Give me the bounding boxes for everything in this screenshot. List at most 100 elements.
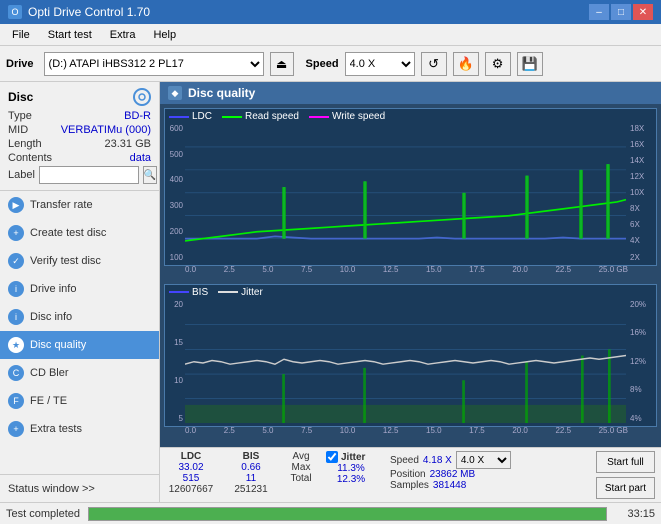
top-y-labels-right: 18X 16X 14X 12X 10X 8X 6X 4X 2X [628, 124, 656, 262]
bis-header: BIS [226, 451, 276, 462]
total-row-label: Total [286, 473, 316, 484]
create-test-label: Create test disc [30, 227, 106, 239]
bis-avg-val: 0.66 [226, 462, 276, 473]
titlebar-controls: – □ ✕ [589, 4, 653, 20]
status-text: Test completed [6, 508, 80, 520]
length-label: Length [8, 138, 42, 150]
contents-value: data [130, 152, 151, 164]
write-speed-color [309, 116, 329, 118]
jitter-checkbox-row: Jitter [326, 451, 376, 463]
maximize-button[interactable]: □ [611, 4, 631, 20]
eject-button[interactable]: ⏏ [270, 52, 294, 76]
sidebar-item-transfer-rate[interactable]: ▶ Transfer rate [0, 191, 159, 219]
sidebar-item-create-test-disc[interactable]: + Create test disc [0, 219, 159, 247]
samples-val: 381448 [433, 480, 466, 491]
content-area: ◆ Disc quality LDC Read speed [160, 82, 661, 502]
bottom-chart-body: 20 15 10 5 20% 16% 12% 8% 4% [165, 300, 656, 423]
sidebar-item-disc-info[interactable]: i Disc info [0, 303, 159, 331]
label-input[interactable] [39, 166, 139, 184]
disc-mid-row: MID VERBATIMu (000) [8, 124, 151, 136]
label-button[interactable]: 🔍 [143, 166, 157, 184]
app-icon: O [8, 5, 22, 19]
contents-label: Contents [8, 152, 52, 164]
jitter-color [218, 291, 238, 293]
menubar: File Start test Extra Help [0, 24, 661, 46]
menu-start-test[interactable]: Start test [40, 27, 100, 43]
sidebar-item-drive-info[interactable]: i Drive info [0, 275, 159, 303]
fe-te-icon: F [8, 393, 24, 409]
ldc-total-val: 12607667 [166, 484, 216, 495]
length-value: 23.31 GB [105, 138, 151, 150]
statusbar: Test completed 33:15 [0, 502, 661, 524]
minimize-button[interactable]: – [589, 4, 609, 20]
speed-select[interactable]: 4.0 X [345, 52, 415, 76]
top-chart-svg [185, 124, 626, 262]
bottom-y-labels-left: 20 15 10 5 [165, 300, 185, 423]
create-test-icon: + [8, 225, 24, 241]
stats-bar: LDC 33.02 515 12607667 BIS 0.66 11 25123… [160, 447, 661, 502]
speed-row: Speed 4.18 X 4.0 X [390, 451, 511, 469]
status-window-item[interactable]: Status window >> [0, 474, 159, 502]
drive-label: Drive [6, 58, 34, 70]
burn-button[interactable]: 🔥 [453, 52, 479, 76]
charts-area: LDC Read speed Write speed [160, 104, 661, 431]
content-header: ◆ Disc quality [160, 82, 661, 104]
save-button[interactable]: 💾 [517, 52, 543, 76]
max-row-label: Max [286, 462, 316, 473]
status-window-label: Status window >> [8, 483, 95, 495]
jitter-checkbox[interactable] [326, 451, 338, 463]
mid-label: MID [8, 124, 28, 136]
legend-bis: BIS [169, 287, 208, 298]
menu-file[interactable]: File [4, 27, 38, 43]
ldc-stats: LDC 33.02 515 12607667 [166, 451, 216, 495]
start-full-button[interactable]: Start full [596, 451, 655, 473]
jitter-max-val: 12.3% [326, 474, 376, 485]
mid-value: VERBATIMu (000) [61, 124, 151, 136]
ldc-color [169, 116, 189, 118]
menu-extra[interactable]: Extra [102, 27, 144, 43]
refresh-button[interactable]: ↺ [421, 52, 447, 76]
bottom-chart-svg [185, 300, 626, 423]
cd-bler-icon: C [8, 365, 24, 381]
menu-help[interactable]: Help [145, 27, 184, 43]
speed-label-sm: Speed [390, 455, 419, 466]
top-chart: LDC Read speed Write speed [164, 108, 657, 266]
speed-label: Speed [306, 58, 339, 70]
app-title: Opti Drive Control 1.70 [28, 5, 150, 19]
transfer-rate-label: Transfer rate [30, 199, 93, 211]
samples-label: Samples [390, 480, 429, 491]
bottom-y-labels-right: 20% 16% 12% 8% 4% [628, 300, 656, 423]
disc-type-row: Type BD-R [8, 110, 151, 122]
sidebar-item-verify-test-disc[interactable]: ✓ Verify test disc [0, 247, 159, 275]
disc-header: Disc [8, 88, 151, 106]
bis-stats: BIS 0.66 11 251231 [226, 451, 276, 495]
disc-icon [133, 88, 151, 106]
close-button[interactable]: ✕ [633, 4, 653, 20]
legend-read-speed: Read speed [222, 111, 299, 122]
drive-select[interactable]: (D:) ATAPI iHBS312 2 PL17 [44, 52, 264, 76]
sidebar-item-extra-tests[interactable]: + Extra tests [0, 415, 159, 443]
speed-select-stats[interactable]: 4.0 X [456, 451, 511, 469]
sidebar-item-fe-te[interactable]: F FE / TE [0, 387, 159, 415]
read-speed-label: Read speed [245, 111, 299, 122]
progress-bar-fill [89, 508, 606, 520]
transfer-rate-icon: ▶ [8, 197, 24, 213]
ldc-label: LDC [192, 111, 212, 122]
bis-label: BIS [192, 287, 208, 298]
legend-ldc: LDC [169, 111, 212, 122]
jitter-stats: Jitter 11.3% 12.3% [326, 451, 376, 485]
titlebar: O Opti Drive Control 1.70 – □ ✕ [0, 0, 661, 24]
settings-button[interactable]: ⚙ [485, 52, 511, 76]
legend-write-speed: Write speed [309, 111, 385, 122]
top-x-labels: 0.0 2.5 5.0 7.5 10.0 12.5 15.0 17.5 20.0… [185, 265, 628, 274]
sidebar-item-cd-bler[interactable]: C CD Bler [0, 359, 159, 387]
jitter-header: Jitter [341, 452, 365, 463]
start-part-button[interactable]: Start part [596, 477, 655, 499]
bottom-chart-legend: BIS Jitter [165, 285, 656, 300]
label-label: Label [8, 169, 35, 181]
sidebar-item-disc-quality[interactable]: ★ Disc quality [0, 331, 159, 359]
disc-title: Disc [8, 90, 33, 104]
speed-position-info: Speed 4.18 X 4.0 X Position 23862 MB Sam… [390, 451, 511, 491]
cd-bler-label: CD Bler [30, 367, 69, 379]
time-display: 33:15 [615, 508, 655, 520]
